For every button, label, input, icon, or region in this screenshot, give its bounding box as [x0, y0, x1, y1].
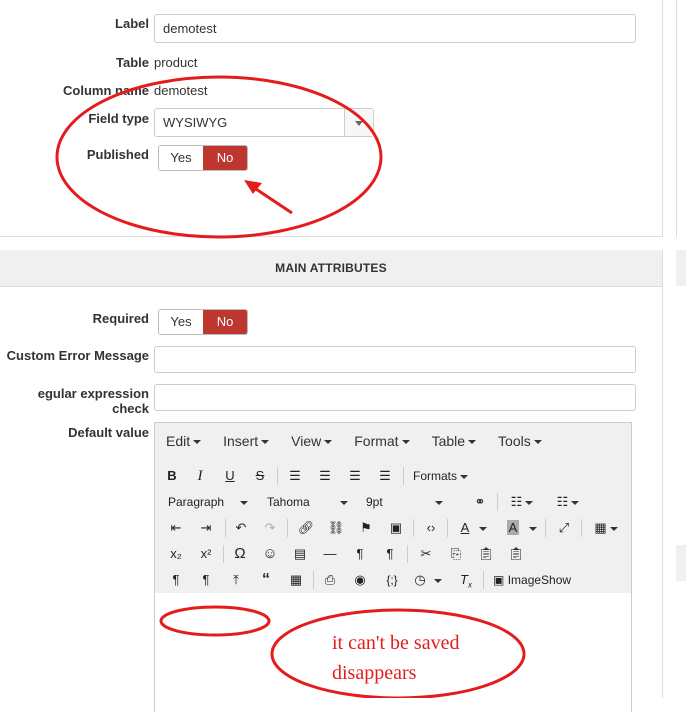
annotation-overlay	[55, 75, 526, 698]
annotation-ellipse-published	[55, 75, 383, 239]
annotation-note-line1: it can't be saved	[332, 632, 460, 654]
annotation-ellipse-small	[159, 605, 271, 637]
annotation-note-line2: disappears	[332, 662, 417, 684]
